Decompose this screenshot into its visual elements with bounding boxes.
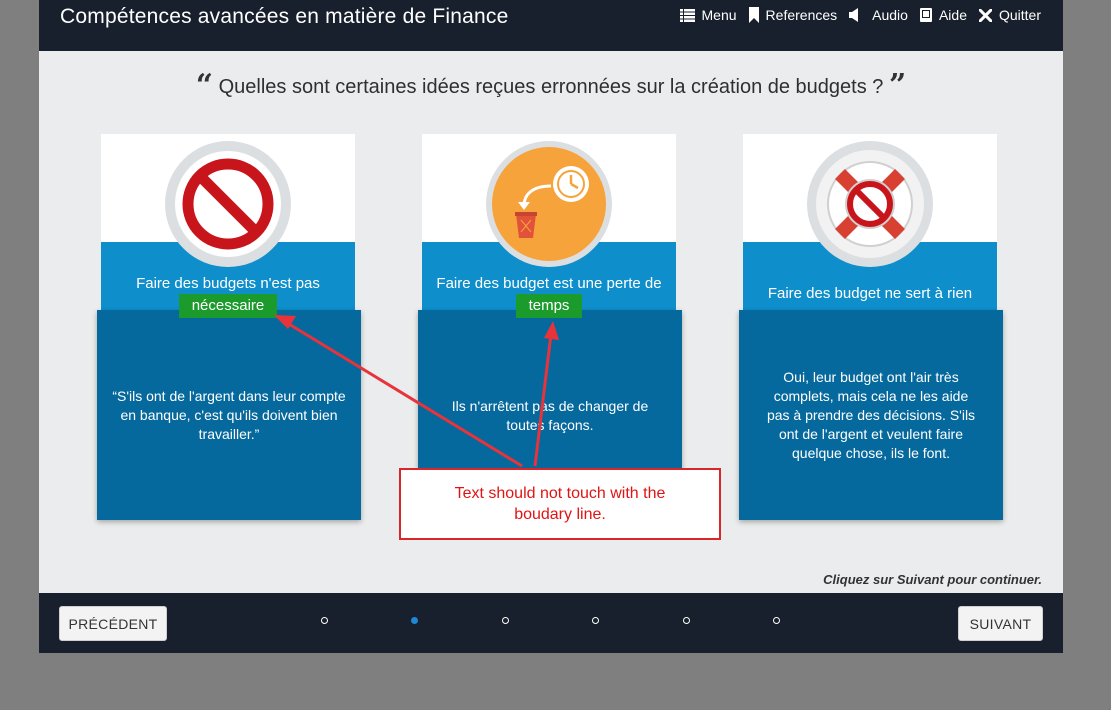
review-callout: Text should not touch with the boudary l… — [399, 468, 721, 540]
annotation-arrows — [274, 315, 559, 468]
